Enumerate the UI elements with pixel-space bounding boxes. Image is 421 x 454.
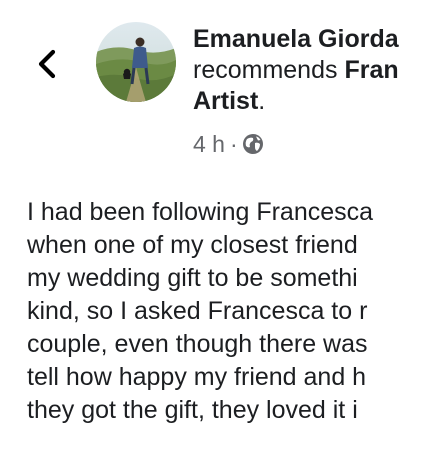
avatar[interactable] (96, 22, 176, 102)
chevron-left-icon (38, 49, 56, 79)
post-line: couple, even though there was (27, 330, 368, 358)
timestamp[interactable]: 4 h (193, 131, 225, 158)
globe-icon[interactable] (242, 133, 264, 155)
post-line: tell how happy my friend and h (27, 363, 367, 391)
post-line: I had been following Francesca (27, 198, 374, 226)
back-button[interactable] (34, 46, 60, 82)
post-line: my wedding gift to be somethi (27, 264, 358, 292)
profile-photo (96, 22, 176, 102)
page-name-link-continued[interactable]: Artist (193, 87, 258, 115)
separator-dot: · (229, 130, 238, 157)
period: . (258, 87, 266, 115)
post-header: Emanuela Giorda recommends Fran Artist. (193, 24, 421, 117)
action-text: recommends (193, 56, 345, 84)
post-text: I had been following Francesca when one … (27, 196, 421, 427)
post-line: they got the gift, they loved it i (27, 396, 358, 424)
author-name[interactable]: Emanuela Giorda (193, 25, 399, 53)
post-line: when one of my closest friend (27, 231, 358, 259)
page-name-link[interactable]: Fran (344, 56, 398, 84)
post-line: kind, so I asked Francesca to r (27, 297, 368, 325)
post-meta: 4 h · (193, 131, 264, 157)
